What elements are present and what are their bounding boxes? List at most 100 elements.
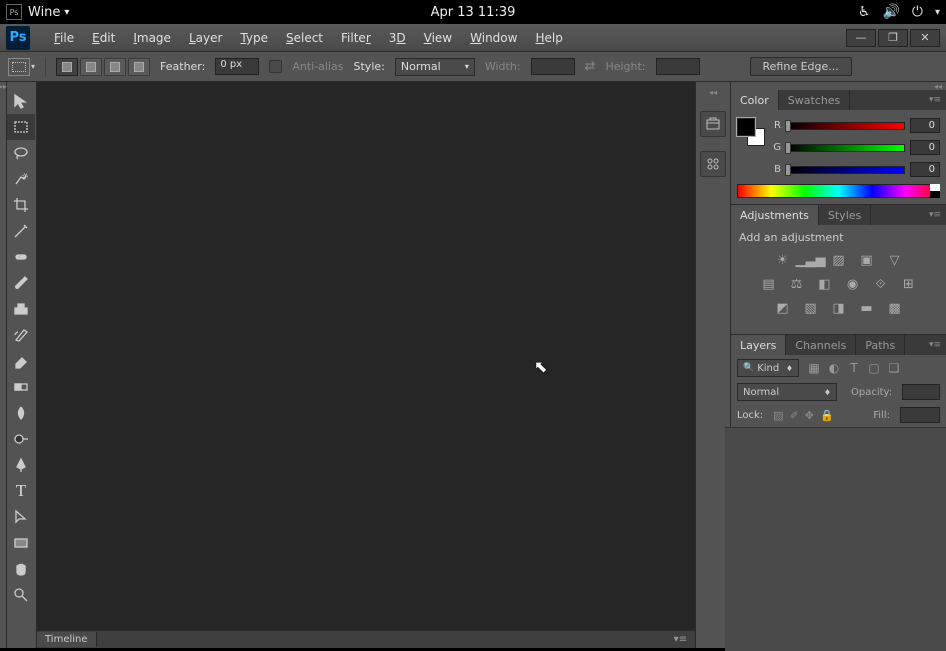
swatches-tab[interactable]: Swatches <box>779 90 851 110</box>
move-tool[interactable] <box>7 88 35 114</box>
lock-transparency-icon[interactable]: ▨ <box>773 409 783 422</box>
levels-icon[interactable]: ▁▃▅ <box>802 252 820 268</box>
close-button[interactable]: ✕ <box>910 29 940 47</box>
timeline-menu-icon[interactable]: ▾≡ <box>666 634 695 645</box>
color-balance-icon[interactable]: ⚖ <box>788 276 806 292</box>
r-value[interactable]: 0 <box>910 118 940 133</box>
b-slider[interactable] <box>786 166 905 174</box>
volume-icon[interactable]: 🔊 <box>882 4 899 20</box>
r-slider[interactable] <box>786 122 905 130</box>
tray-dropdown-icon[interactable]: ▾ <box>935 7 940 18</box>
color-tab[interactable]: Color <box>731 90 779 110</box>
layers-tab[interactable]: Layers <box>731 335 786 355</box>
selection-subtract-button[interactable] <box>104 58 126 76</box>
hue-icon[interactable]: ▤ <box>760 276 778 292</box>
clone-stamp-tool[interactable] <box>7 296 35 322</box>
menu-help[interactable]: Help <box>527 28 570 48</box>
bw-icon[interactable]: ◧ <box>816 276 834 292</box>
lock-pixels-icon[interactable]: ✐ <box>790 409 799 422</box>
filter-shape-icon[interactable]: ▢ <box>867 361 881 375</box>
refine-edge-button[interactable]: Refine Edge... <box>750 57 852 76</box>
style-dropdown[interactable]: Normal ▾ <box>395 58 475 76</box>
g-slider[interactable] <box>786 144 905 152</box>
eraser-tool[interactable] <box>7 348 35 374</box>
hand-tool[interactable] <box>7 556 35 582</box>
timeline-tab[interactable]: Timeline <box>37 632 97 647</box>
menu-filter[interactable]: Filter <box>333 28 379 48</box>
healing-brush-tool[interactable] <box>7 244 35 270</box>
menu-view[interactable]: View <box>416 28 460 48</box>
selection-intersect-button[interactable] <box>128 58 150 76</box>
menu-image[interactable]: Image <box>125 28 179 48</box>
feather-input[interactable]: 0 px <box>215 58 259 75</box>
panel-grip[interactable]: ◂◂ <box>731 82 946 90</box>
zoom-tool[interactable] <box>7 582 35 608</box>
lasso-tool[interactable] <box>7 140 35 166</box>
opacity-input[interactable] <box>902 384 940 400</box>
blend-mode-dropdown[interactable]: Normal ♦ <box>737 383 837 401</box>
rectangular-marquee-tool[interactable] <box>7 114 35 140</box>
brush-tool[interactable] <box>7 270 35 296</box>
power-icon[interactable]: ⏻ <box>912 4 923 20</box>
expand-grip-icon[interactable]: ◂◂ <box>709 88 717 97</box>
filter-adjustment-icon[interactable]: ◐ <box>827 361 841 375</box>
curves-icon[interactable]: ▨ <box>830 252 848 268</box>
minimize-button[interactable]: — <box>846 29 876 47</box>
fill-input[interactable] <box>900 407 940 423</box>
menu-type[interactable]: Type <box>232 28 276 48</box>
lock-all-icon[interactable]: 🔒 <box>820 409 834 422</box>
paths-tab[interactable]: Paths <box>856 335 905 355</box>
foreground-color-swatch[interactable] <box>737 118 755 136</box>
menu-layer[interactable]: Layer <box>181 28 230 48</box>
filter-type-icon[interactable]: T <box>847 361 861 375</box>
system-clock[interactable]: Apr 13 11:39 <box>431 5 516 20</box>
g-value[interactable]: 0 <box>910 140 940 155</box>
maximize-button[interactable]: ❐ <box>878 29 908 47</box>
adjustments-tab[interactable]: Adjustments <box>731 205 819 225</box>
color-panel-menu-icon[interactable]: ▾≡ <box>924 90 946 110</box>
eyedropper-tool[interactable] <box>7 218 35 244</box>
gradient-tool[interactable] <box>7 374 35 400</box>
posterize-icon[interactable]: ▧ <box>802 300 820 316</box>
left-collapse-strip[interactable]: ▸▸ <box>0 82 7 648</box>
path-selection-tool[interactable] <box>7 504 35 530</box>
menu-file[interactable]: File <box>46 28 82 48</box>
dodge-tool[interactable] <box>7 426 35 452</box>
foreground-background-swatch[interactable] <box>737 118 765 146</box>
menu-edit[interactable]: Edit <box>84 28 123 48</box>
adjustments-menu-icon[interactable]: ▾≡ <box>924 205 946 225</box>
channels-tab[interactable]: Channels <box>786 335 856 355</box>
tool-preset[interactable]: ▾ <box>8 58 35 76</box>
pen-tool[interactable] <box>7 452 35 478</box>
rectangle-tool[interactable] <box>7 530 35 556</box>
crop-tool[interactable] <box>7 192 35 218</box>
filter-pixel-icon[interactable]: ▦ <box>807 361 821 375</box>
b-value[interactable]: 0 <box>910 162 940 177</box>
exposure-icon[interactable]: ▣ <box>858 252 876 268</box>
brightness-icon[interactable]: ☀ <box>774 252 792 268</box>
selection-new-button[interactable] <box>56 58 78 76</box>
color-spectrum[interactable] <box>737 184 940 198</box>
color-lookup-icon[interactable]: ⊞ <box>900 276 918 292</box>
menu-window[interactable]: Window <box>462 28 525 48</box>
app-menu-dropdown-icon[interactable]: ▾ <box>64 7 69 18</box>
history-brush-tool[interactable] <box>7 322 35 348</box>
menu-3d[interactable]: 3D <box>381 28 414 48</box>
gradient-map-icon[interactable]: ▬ <box>858 300 876 316</box>
history-panel-icon[interactable] <box>700 111 726 137</box>
photo-filter-icon[interactable]: ◉ <box>844 276 862 292</box>
invert-icon[interactable]: ◩ <box>774 300 792 316</box>
app-menu-title[interactable]: Wine <box>28 5 60 20</box>
canvas-area[interactable]: ⬉ <box>37 82 695 630</box>
threshold-icon[interactable]: ◨ <box>830 300 848 316</box>
menu-select[interactable]: Select <box>278 28 331 48</box>
channel-mixer-icon[interactable]: ⟐ <box>872 276 890 292</box>
styles-tab[interactable]: Styles <box>819 205 871 225</box>
layer-filter-kind-dropdown[interactable]: 🔍 Kind ♦ <box>737 359 799 377</box>
accessibility-icon[interactable]: ♿ <box>858 4 871 20</box>
selection-add-button[interactable] <box>80 58 102 76</box>
blur-tool[interactable] <box>7 400 35 426</box>
selective-color-icon[interactable]: ▩ <box>886 300 904 316</box>
type-tool[interactable]: T <box>7 478 35 504</box>
layers-menu-icon[interactable]: ▾≡ <box>924 335 946 355</box>
